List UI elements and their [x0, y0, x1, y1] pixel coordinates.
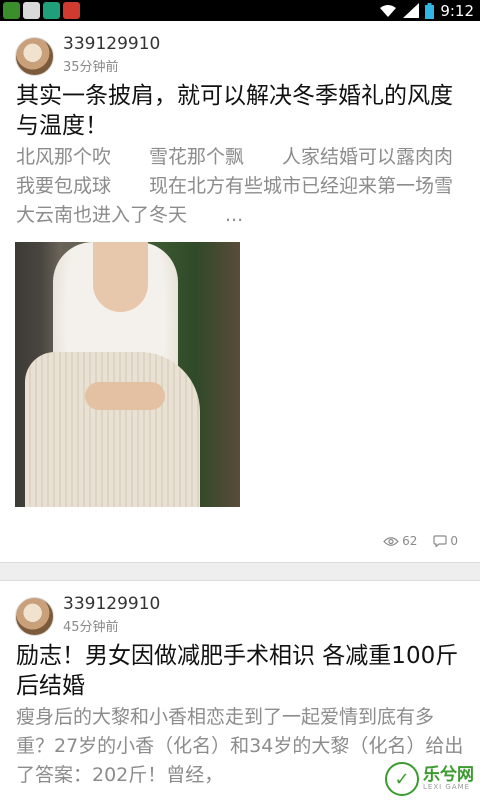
comment-count-value: 0 [450, 534, 458, 548]
notification-icons [3, 2, 80, 19]
post-card[interactable]: 339129910 35分钟前 其实一条披肩，就可以解决冬季婚礼的风度与温度！ … [0, 21, 480, 562]
view-count: 62 [383, 534, 417, 548]
site-watermark: ✓ 乐兮网 LEXI GAME [385, 762, 474, 796]
post-time: 45分钟前 [63, 620, 119, 635]
feed-list[interactable]: 339129910 35分钟前 其实一条披肩，就可以解决冬季婚礼的风度与温度！ … [0, 21, 480, 800]
username[interactable]: 339129910 [63, 34, 160, 54]
image-icon [23, 2, 40, 19]
eye-icon [383, 536, 399, 546]
post-image[interactable] [15, 242, 240, 507]
post-header: 339129910 35分钟前 [0, 21, 480, 77]
avatar[interactable] [15, 597, 54, 636]
comment-icon [433, 535, 447, 547]
watermark-en: LEXI GAME [423, 783, 471, 791]
avatar[interactable] [15, 37, 54, 76]
post-excerpt[interactable]: 北风那个吹 雪花那个飘 人家结婚可以露肉肉 我要包成球 现在北方有些城市已经迎来… [16, 143, 464, 230]
battery-icon [425, 2, 435, 19]
username[interactable]: 339129910 [63, 594, 160, 614]
card-divider [0, 562, 480, 581]
status-bar: 9:12 [0, 0, 480, 21]
post-header: 339129910 45分钟前 [0, 581, 480, 637]
signal-icon [403, 3, 420, 18]
post-time: 35分钟前 [63, 60, 119, 75]
wifi-icon [380, 4, 397, 17]
watermark-cn: 乐兮网 [423, 765, 474, 785]
post-stats: 62 0 [383, 534, 458, 548]
post-title[interactable]: 励志！男女因做减肥手术相识 各减重100斤后结婚 [16, 641, 464, 701]
image-shawl [25, 352, 200, 507]
app-icon-2 [43, 2, 60, 19]
app-icon-1 [3, 2, 20, 19]
comment-count[interactable]: 0 [433, 534, 458, 548]
site-logo-icon: ✓ [385, 762, 419, 796]
image-neckline [93, 242, 148, 312]
clock: 9:12 [440, 1, 474, 20]
post-title[interactable]: 其实一条披肩，就可以解决冬季婚礼的风度与温度！ [16, 81, 464, 141]
image-hands [85, 382, 165, 410]
view-count-value: 62 [402, 534, 418, 548]
app-icon-3 [63, 2, 80, 19]
